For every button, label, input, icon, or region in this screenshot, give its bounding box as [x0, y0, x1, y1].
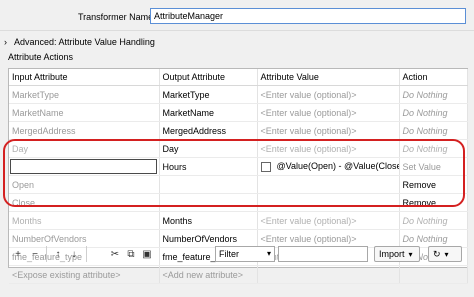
table-row[interactable]: <Expose existing attribute> <Add new att…: [9, 265, 468, 284]
refresh-button[interactable]: ↻ ▾: [428, 246, 462, 262]
expose-existing-attribute-cell[interactable]: <Expose existing attribute>: [9, 265, 160, 284]
action-cell[interactable]: Do Nothing: [399, 229, 468, 248]
attribute-value-cell[interactable]: [257, 265, 400, 284]
action-cell[interactable]: Do Nothing: [399, 139, 468, 158]
action-cell[interactable]: [399, 265, 468, 284]
output-attribute-cell[interactable]: MergedAddress: [159, 121, 258, 140]
table-row[interactable]: Open Remove: [9, 175, 468, 194]
transformer-name-label: Transformer Name:: [78, 12, 156, 22]
input-attribute-cell[interactable]: Day: [9, 139, 160, 158]
table-row[interactable]: MarketName MarketName <Enter value (opti…: [9, 103, 468, 122]
output-attribute-cell[interactable]: MarketType: [159, 85, 258, 104]
advanced-section-label: Advanced: Attribute Value Handling: [14, 37, 155, 47]
table-row[interactable]: MergedAddress MergedAddress <Enter value…: [9, 121, 468, 140]
input-attribute-cell[interactable]: [9, 157, 160, 176]
move-up-button[interactable]: ↑: [52, 248, 64, 262]
input-attribute-editor[interactable]: [10, 159, 157, 174]
action-cell[interactable]: Remove: [399, 175, 468, 194]
filter-dropdown-label: Filter: [219, 249, 239, 259]
filter-dropdown[interactable]: Filter ▾: [215, 246, 275, 262]
refresh-icon: ↻: [433, 249, 441, 259]
attribute-value-cell[interactable]: <Enter value (optional)>: [257, 229, 400, 248]
attribute-value-cell[interactable]: <Enter value (optional)>: [257, 103, 400, 122]
table-row[interactable]: Day Day <Enter value (optional)> Do Noth…: [9, 139, 468, 158]
cut-icon[interactable]: ✂: [108, 248, 122, 262]
chevron-down-icon: ▾: [266, 249, 271, 258]
output-attribute-cell[interactable]: [159, 175, 258, 194]
attribute-value-cell[interactable]: <Enter value (optional)>: [257, 85, 400, 104]
table-row[interactable]: Months Months <Enter value (optional)> D…: [9, 211, 468, 230]
input-attribute-cell[interactable]: MarketName: [9, 103, 160, 122]
copy-icon[interactable]: ⧉: [124, 248, 138, 262]
output-attribute-cell[interactable]: Months: [159, 211, 258, 230]
attribute-value-cell[interactable]: [257, 175, 400, 194]
attribute-value-cell[interactable]: <Enter value (optional)>: [257, 121, 400, 140]
output-attribute-cell[interactable]: [159, 193, 258, 212]
input-attribute-cell[interactable]: Close: [9, 193, 160, 212]
action-cell[interactable]: Remove: [399, 193, 468, 212]
remove-row-button[interactable]: −: [29, 248, 41, 262]
output-attribute-cell[interactable]: Hours: [159, 157, 258, 176]
input-attribute-cell[interactable]: MarketType: [9, 85, 160, 104]
column-header-output[interactable]: Output Attribute: [159, 69, 258, 86]
transformer-name-input[interactable]: AttributeManager: [150, 8, 466, 24]
action-cell[interactable]: Do Nothing: [399, 211, 468, 230]
input-attribute-cell[interactable]: NumberOfVendors: [9, 229, 160, 248]
chevron-right-icon: ›: [4, 37, 7, 47]
attribute-value-text: @Value(Open) - @Value(Close): [276, 161, 399, 172]
add-new-attribute-cell[interactable]: <Add new attribute>: [159, 265, 258, 284]
paste-icon[interactable]: ▣: [140, 248, 154, 262]
import-button-label: Import: [379, 249, 405, 259]
output-attribute-cell[interactable]: NumberOfVendors: [159, 229, 258, 248]
attribute-value-cell[interactable]: <Enter value (optional)>: [257, 139, 400, 158]
advanced-section-toggle[interactable]: › Advanced: Attribute Value Handling: [4, 37, 155, 47]
column-header-value[interactable]: Attribute Value: [257, 69, 400, 86]
table-header-row: Input Attribute Output Attribute Attribu…: [9, 69, 468, 86]
table-row[interactable]: NumberOfVendors NumberOfVendors <Enter v…: [9, 229, 468, 248]
output-attribute-cell[interactable]: MarketName: [159, 103, 258, 122]
toolbar-divider: [86, 246, 87, 262]
attribute-value-cell[interactable]: [257, 193, 400, 212]
action-cell[interactable]: Do Nothing: [399, 103, 468, 122]
attribute-actions-table: Input Attribute Output Attribute Attribu…: [8, 68, 468, 284]
table-row[interactable]: Close Remove: [9, 193, 468, 212]
input-attribute-cell[interactable]: Open: [9, 175, 160, 194]
attribute-actions-title: Attribute Actions: [8, 52, 74, 62]
action-cell[interactable]: Do Nothing: [399, 85, 468, 104]
input-attribute-cell[interactable]: MergedAddress: [9, 121, 160, 140]
column-header-action[interactable]: Action: [399, 69, 468, 86]
attribute-value-cell[interactable]: <Enter value (optional)>: [257, 211, 400, 230]
table-row[interactable]: Hours @Value(Open) - @Value(Close) Set V…: [9, 157, 468, 176]
toolbar-divider: [46, 246, 47, 262]
action-cell[interactable]: Set Value: [399, 157, 468, 176]
attribute-value-cell[interactable]: @Value(Open) - @Value(Close): [257, 157, 400, 176]
filter-text-input[interactable]: [278, 246, 368, 262]
input-attribute-cell[interactable]: Months: [9, 211, 160, 230]
table-row[interactable]: MarketType MarketType <Enter value (opti…: [9, 85, 468, 104]
expression-icon[interactable]: [260, 161, 271, 172]
action-cell[interactable]: Do Nothing: [399, 121, 468, 140]
chevron-down-icon: ▾: [408, 250, 413, 259]
move-down-button[interactable]: ↓: [68, 248, 80, 262]
add-row-button[interactable]: +: [12, 248, 24, 262]
column-header-input[interactable]: Input Attribute: [9, 69, 160, 86]
chevron-down-icon: ▾: [444, 250, 449, 259]
output-attribute-cell[interactable]: Day: [159, 139, 258, 158]
divider: [0, 30, 474, 31]
import-button[interactable]: Import ▾: [374, 246, 420, 262]
